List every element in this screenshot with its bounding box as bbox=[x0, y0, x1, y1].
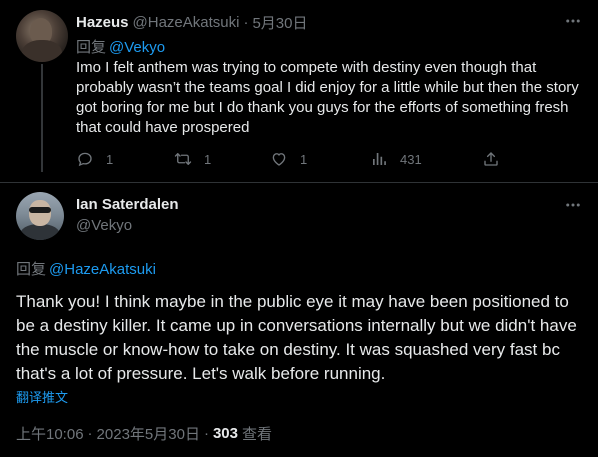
reply-tweet[interactable]: Hazeus @HazeAkatsuki · 5月30日 回复 @Vekyo Im… bbox=[0, 0, 598, 182]
avatar[interactable] bbox=[16, 192, 64, 240]
author-handle[interactable]: @HazeAkatsuki bbox=[133, 14, 240, 31]
translate-tweet-link[interactable]: 翻译推文 bbox=[16, 387, 68, 406]
replying-to: 回复 @HazeAkatsuki bbox=[16, 258, 156, 279]
separator-dot: · bbox=[87, 425, 93, 442]
more-icon[interactable] bbox=[563, 195, 583, 215]
thread-connector-line bbox=[41, 64, 43, 172]
retweet-count: 1 bbox=[204, 151, 212, 167]
reply-prefix: 回复 bbox=[76, 39, 107, 56]
like-icon bbox=[272, 153, 286, 166]
more-icon[interactable] bbox=[563, 11, 583, 31]
tweet-meta: 上午10:06 · 2023年5月30日 · 303 查看 bbox=[16, 423, 272, 444]
retweet-icon bbox=[174, 153, 192, 165]
like-button[interactable]: 1 bbox=[270, 148, 307, 170]
views-icon bbox=[373, 153, 386, 165]
mention-link[interactable]: @Vekyo bbox=[109, 39, 165, 56]
author-name[interactable]: Hazeus bbox=[76, 14, 129, 31]
views-count: 431 bbox=[400, 151, 422, 167]
reply-count: 1 bbox=[106, 151, 114, 167]
mention-link[interactable]: @HazeAkatsuki bbox=[49, 261, 156, 278]
tweet-time[interactable]: 上午10:06 bbox=[16, 423, 84, 444]
views-button[interactable]: 431 bbox=[370, 148, 422, 170]
tweet-text: Imo I felt anthem was trying to compete … bbox=[76, 59, 579, 136]
separator-dot: · bbox=[203, 425, 209, 442]
replying-to: 回复 @Vekyo bbox=[76, 36, 165, 57]
author-handle[interactable]: @Vekyo bbox=[76, 217, 132, 234]
views-label[interactable]: 查看 bbox=[242, 423, 272, 444]
separator-dot: · bbox=[243, 13, 249, 31]
reply-button[interactable]: 1 bbox=[76, 148, 113, 170]
retweet-button[interactable]: 1 bbox=[174, 148, 211, 170]
tweet-date[interactable]: 2023年5月30日 bbox=[97, 423, 200, 444]
reply-prefix: 回复 bbox=[16, 261, 47, 278]
avatar[interactable] bbox=[16, 10, 68, 62]
share-icon bbox=[484, 152, 498, 166]
author-name[interactable]: Ian Saterdalen bbox=[76, 196, 179, 213]
reply-icon bbox=[78, 152, 92, 167]
views-count[interactable]: 303 bbox=[213, 425, 238, 442]
tweet-actions: 1 1 1 431 bbox=[76, 148, 516, 170]
divider bbox=[0, 182, 598, 183]
tweet-text: Thank you! I think maybe in the public e… bbox=[16, 292, 577, 383]
reply-tweet-header: Hazeus @HazeAkatsuki · 5月30日 bbox=[76, 12, 308, 32]
tweet-thread-page: Hazeus @HazeAkatsuki · 5月30日 回复 @Vekyo Im… bbox=[0, 0, 598, 457]
tweet-date[interactable]: 5月30日 bbox=[252, 12, 307, 33]
share-button[interactable] bbox=[482, 148, 512, 170]
like-count: 1 bbox=[300, 151, 308, 167]
